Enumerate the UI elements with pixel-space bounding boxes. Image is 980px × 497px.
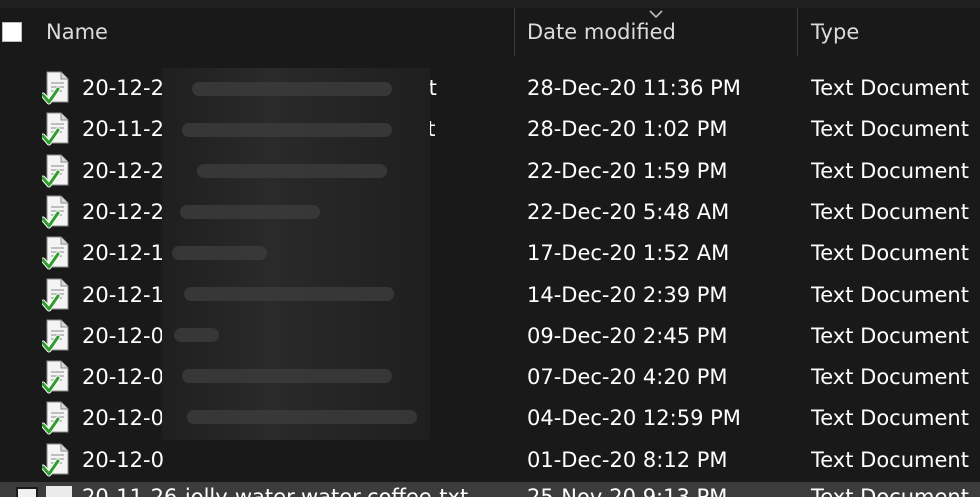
type-cell: Text Document: [811, 199, 969, 224]
type-cell: Text Document: [811, 241, 969, 266]
type-cell: Text Document: [811, 323, 969, 348]
partial-row-name: 20-11-26-jolly-water-water-coffee-txt: [82, 485, 469, 497]
type-cell: Text Document: [811, 158, 969, 183]
window-top-strip: [0, 0, 980, 8]
column-header-type-label: Type: [811, 20, 860, 44]
type-cell: Text Document: [811, 282, 969, 307]
date-modified-cell: 22-Dec-20 1:59 PM: [527, 158, 728, 183]
file-name-prefix: 20-12-0: [82, 365, 164, 390]
text-document-icon: [42, 112, 69, 146]
select-all-checkbox[interactable]: [2, 22, 22, 42]
text-document-icon: [42, 278, 69, 311]
file-name-prefix: 20-12-0: [82, 323, 164, 348]
column-header-row: Name Date modified Type: [0, 8, 980, 56]
file-name-prefix: 20-11-2: [82, 117, 164, 142]
chevron-down-icon: [649, 10, 663, 19]
file-name-prefix: 20-12-1: [82, 241, 164, 266]
row-checkbox[interactable]: [16, 487, 38, 497]
date-modified-cell: 14-Dec-20 2:39 PM: [527, 282, 728, 307]
date-modified-cell: 01-Dec-20 8:12 PM: [527, 447, 728, 472]
file-name-prefix: 20-12-0: [82, 406, 164, 431]
file-row[interactable]: 20-12-2 22-Dec-20 5:48 AM Text Document: [0, 192, 980, 233]
type-cell: Text Document: [811, 447, 969, 472]
column-divider-name-date[interactable]: [514, 8, 515, 56]
file-row[interactable]: 20-12-2.txt22-Dec-20 1:59 PMText Documen…: [0, 151, 980, 192]
partial-row-date: 25-Nov-20 9:13 PM: [527, 485, 728, 497]
text-document-icon: [42, 236, 69, 270]
text-document-icon: [42, 154, 69, 188]
file-row[interactable]: 20-12-0 07-Dec-20 4:20 PM Text Document: [0, 357, 980, 398]
partial-row-type: Text Document: [811, 485, 969, 497]
text-document-icon: [42, 71, 69, 105]
file-name-prefix: 20-12-1: [82, 282, 164, 307]
file-name-prefix: 20-12-0: [82, 447, 164, 472]
column-divider-date-type[interactable]: [797, 8, 798, 56]
date-modified-cell: 04-Dec-20 12:59 PM: [527, 406, 741, 431]
date-modified-cell: 28-Dec-20 1:02 PM: [527, 117, 728, 142]
text-document-icon: [42, 195, 69, 229]
column-header-name-label: Name: [46, 20, 108, 44]
type-cell: Text Document: [811, 76, 969, 100]
file-name-prefix: 20-12-2: [82, 199, 164, 224]
date-modified-cell: 07-Dec-20 4:20 PM: [527, 365, 728, 390]
column-header-type[interactable]: Type: [811, 8, 980, 56]
blurred-redaction: [162, 68, 430, 440]
type-cell: Text Document: [811, 117, 969, 142]
file-row[interactable]: 20-12-0 09-Dec-20 2:45 PM Text Document: [0, 316, 980, 357]
file-name-prefix: 20-12-2: [82, 158, 164, 183]
partially-visible-row[interactable]: 20-11-26-jolly-water-water-coffee-txt 25…: [0, 482, 980, 497]
column-header-name[interactable]: Name: [46, 8, 512, 56]
date-modified-cell: 17-Dec-20 1:52 AM: [527, 241, 730, 266]
file-row[interactable]: 20-12-1 17-Dec-20 1:52 AM Text Document: [0, 233, 980, 274]
file-row[interactable]: 20-12-0 01-Dec-20 8:12 PM Text Document: [0, 440, 980, 481]
file-row[interactable]: 20-12-1 14-Dec-20 2:39 PM Text Document: [0, 275, 980, 316]
file-name-cell: 20-12-0: [82, 440, 502, 481]
text-document-icon: [42, 443, 69, 477]
file-name-prefix: 20-12-2: [82, 76, 164, 100]
text-document-icon: [42, 319, 69, 353]
type-cell: Text Document: [811, 406, 969, 431]
text-document-icon: [46, 486, 72, 497]
text-document-icon: [42, 401, 69, 435]
date-modified-cell: 28-Dec-20 11:36 PM: [527, 76, 741, 100]
type-cell: Text Document: [811, 365, 969, 390]
date-modified-cell: 22-Dec-20 5:48 AM: [527, 199, 730, 224]
file-row[interactable]: 20-12-2n.txt28-Dec-20 11:36 PMText Docum…: [0, 68, 980, 109]
date-modified-cell: 09-Dec-20 2:45 PM: [527, 323, 728, 348]
file-row[interactable]: 20-11-2rly.txt28-Dec-20 1:02 PMText Docu…: [0, 109, 980, 150]
file-row[interactable]: 20-12-0.txt04-Dec-20 12:59 PMText Docume…: [0, 398, 980, 439]
text-document-icon: [42, 360, 69, 394]
